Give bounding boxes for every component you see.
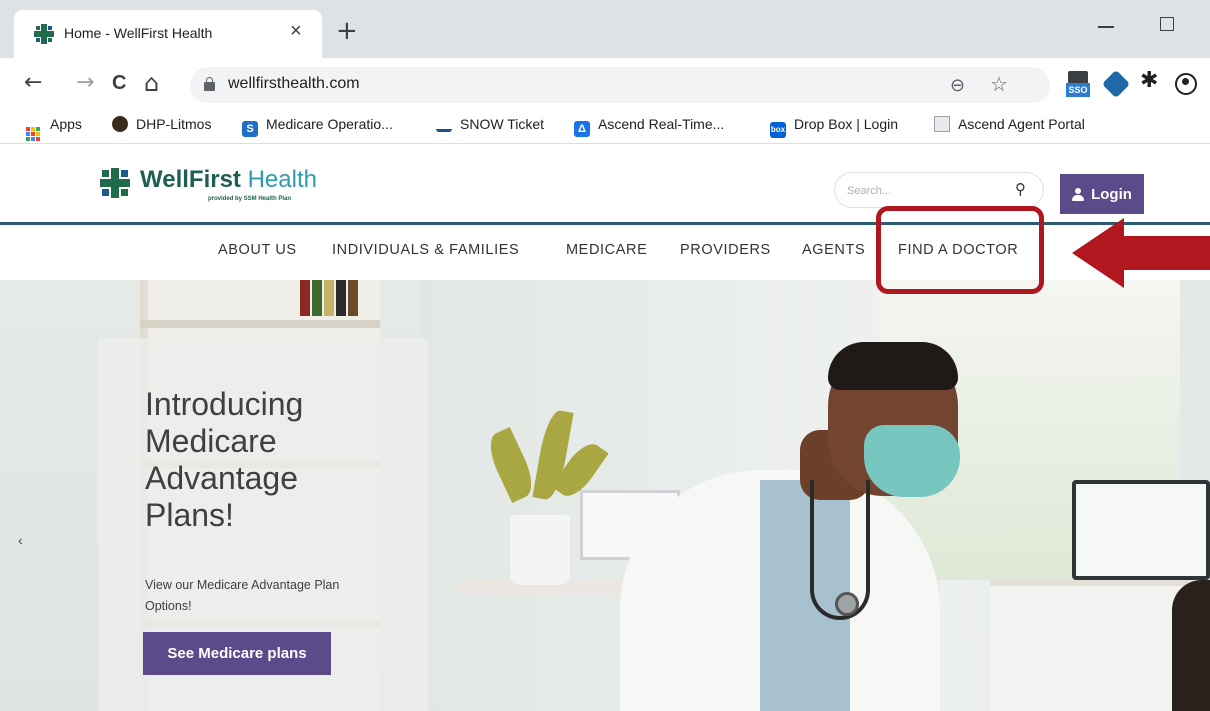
url-text[interactable]: wellfirsthealth.com xyxy=(228,75,360,93)
site-logo[interactable]: WellFirst Health xyxy=(140,166,317,194)
bookmark-ascend-real-time[interactable]: Δ Ascend Real-Time... xyxy=(574,116,724,138)
sso-extension-icon[interactable]: SSO xyxy=(1066,69,1090,99)
bookmark-dhp-litmos[interactable]: DHP-Litmos xyxy=(112,116,211,138)
user-icon xyxy=(1072,187,1085,201)
logo-tagline: provided by SSM Health Plan xyxy=(208,196,292,202)
bookmark-ascend-agent-portal[interactable]: Ascend Agent Portal xyxy=(934,116,1085,138)
bookmark-snow-ticket[interactable]: SNOW Ticket xyxy=(436,116,544,138)
home-button[interactable]: ⌂ xyxy=(144,71,159,95)
bookmark-label: Medicare Operatio... xyxy=(266,116,393,132)
apps-grid-icon xyxy=(26,127,40,141)
snow-icon xyxy=(436,122,452,132)
find-a-doctor-highlight xyxy=(876,206,1044,294)
search-icon[interactable]: ⚲ xyxy=(1015,180,1026,198)
nav-medicare[interactable]: MEDICARE xyxy=(566,242,647,258)
bookmark-medicare-operations[interactable]: S Medicare Operatio... xyxy=(242,116,393,138)
bookmark-label: Apps xyxy=(50,116,82,132)
site-search-input[interactable] xyxy=(847,181,1007,201)
bookmark-label: DHP-Litmos xyxy=(136,116,212,132)
box-icon: box xyxy=(770,122,786,138)
reload-button[interactable]: C xyxy=(112,72,126,94)
extensions-puzzle-icon[interactable]: ✱ xyxy=(1140,68,1158,93)
nav-agents[interactable]: AGENTS xyxy=(802,242,865,258)
bookmark-apps[interactable]: Apps xyxy=(26,116,82,141)
nav-providers[interactable]: PROVIDERS xyxy=(680,242,771,258)
nav-about-us[interactable]: ABOUT US xyxy=(218,242,297,258)
browser-tab[interactable]: Home - WellFirst Health × xyxy=(14,10,322,58)
profile-avatar-icon[interactable] xyxy=(1175,73,1197,95)
annotation-arrow-icon xyxy=(1072,218,1210,288)
ascend-icon: Δ xyxy=(574,121,590,137)
sharepoint-icon: S xyxy=(242,121,258,137)
bookmarks-bar: Apps DHP-Litmos S Medicare Operatio... SN… xyxy=(0,110,1210,144)
sso-extension-label: SSO xyxy=(1066,83,1090,97)
zoom-out-icon[interactable]: ⊖ xyxy=(950,75,965,96)
bookmark-label: SNOW Ticket xyxy=(460,116,545,132)
new-tab-button[interactable]: + xyxy=(336,18,358,44)
bookmark-label: Ascend Real-Time... xyxy=(598,116,725,132)
wellfirst-favicon-icon xyxy=(34,24,54,44)
see-medicare-plans-button[interactable]: See Medicare plans xyxy=(143,632,331,675)
browser-toolbar: ← → C ⌂ wellfirsthealth.com ⊖ ☆ SSO ✱ xyxy=(0,58,1210,110)
maximize-button[interactable] xyxy=(1160,17,1174,31)
bookmark-drop-box[interactable]: box Drop Box | Login xyxy=(770,116,898,138)
lock-icon[interactable] xyxy=(204,77,215,91)
hero-title: Introducing Medicare Advantage Plans! xyxy=(145,386,304,533)
nav-individuals-families[interactable]: INDIVIDUALS & FAMILIES xyxy=(332,242,519,258)
page-icon xyxy=(934,116,950,132)
login-label: Login xyxy=(1091,185,1132,203)
site-search: ⚲ xyxy=(834,172,1044,208)
address-bar[interactable]: wellfirsthealth.com ⊖ ☆ xyxy=(190,67,1050,103)
litmos-icon xyxy=(112,116,128,132)
bookmark-label: Ascend Agent Portal xyxy=(958,116,1085,132)
back-button[interactable]: ← xyxy=(24,72,42,94)
minimize-button[interactable] xyxy=(1098,10,1116,30)
hero-subtitle: View our Medicare Advantage Plan Options… xyxy=(145,578,340,613)
logo-name-primary: WellFirst xyxy=(140,166,241,193)
wellfirst-logo-icon[interactable] xyxy=(100,168,130,198)
bookmark-star-icon[interactable]: ☆ xyxy=(990,72,1008,96)
close-tab-icon[interactable]: × xyxy=(290,21,302,41)
bookmark-label: Drop Box | Login xyxy=(794,116,899,132)
login-button[interactable]: Login xyxy=(1060,174,1144,214)
tab-title: Home - WellFirst Health xyxy=(64,25,213,41)
tab-strip: Home - WellFirst Health × + xyxy=(0,0,1210,58)
logo-name-accent: Health xyxy=(247,166,317,193)
extension-shield-icon[interactable] xyxy=(1101,69,1131,99)
forward-button[interactable]: → xyxy=(76,72,94,94)
carousel-prev-icon[interactable]: ‹ xyxy=(18,532,23,548)
